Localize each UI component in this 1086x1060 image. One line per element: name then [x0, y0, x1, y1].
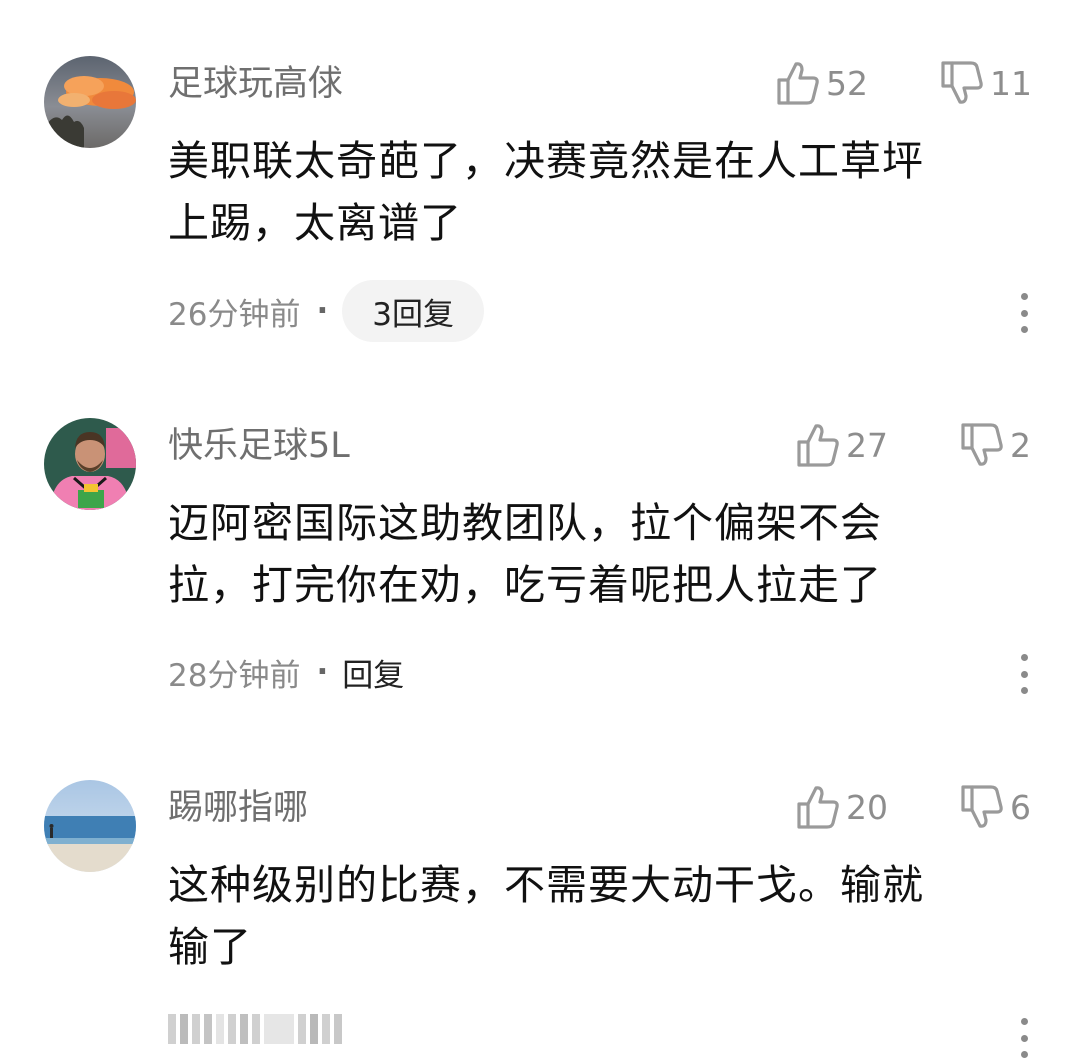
- comment-text-line: 上踢，太离谱了: [168, 199, 462, 247]
- meta-separator: ·: [316, 654, 329, 690]
- dislike-button[interactable]: 6: [960, 782, 1031, 832]
- comment-time: 26分钟前: [168, 296, 301, 333]
- thumbs-down-icon: [961, 785, 1003, 828]
- dislike-count: 11: [990, 63, 1032, 103]
- more-vertical-icon: [1020, 1018, 1028, 1025]
- dislike-button[interactable]: 2: [960, 420, 1031, 470]
- like-count: 27: [846, 425, 888, 465]
- soccer-player-pink-jersey-avatar-icon: [44, 418, 136, 510]
- more-vertical-icon: [1020, 293, 1028, 300]
- comment-text: 美职联太奇葩了，决赛竟然是在人工草坪 上踢，太离谱了: [168, 130, 1018, 254]
- comment-meta: 28分钟前 · 回复: [168, 641, 404, 703]
- dislike-button[interactable]: 11: [940, 58, 1032, 108]
- comment-time: 28分钟前: [168, 657, 301, 694]
- thumbs-up-icon: [777, 62, 819, 105]
- like-count: 52: [826, 63, 868, 103]
- like-button[interactable]: 52: [776, 58, 868, 108]
- username[interactable]: 快乐足球5L: [168, 424, 350, 468]
- thumbs-up-icon: [797, 786, 839, 829]
- dislike-count: 2: [1010, 425, 1031, 465]
- dislike-count: 6: [1010, 787, 1031, 827]
- comment-text-line: 这种级别的比赛，不需要大动干戈。输就: [168, 861, 924, 909]
- sunset-clouds-avatar-icon: [44, 56, 136, 148]
- meta-separator: ·: [316, 293, 329, 329]
- comment-text-line: 输了: [168, 923, 252, 971]
- thumbs-up-icon: [797, 424, 839, 467]
- comment-meta: 26分钟前 · 3回复: [168, 280, 484, 342]
- comment-text-line: 迈阿密国际这助教团队，拉个偏架不会: [168, 499, 882, 547]
- thumbs-down-icon: [961, 423, 1003, 466]
- user-avatar[interactable]: [44, 418, 136, 510]
- username[interactable]: 踢哪指哪: [168, 786, 308, 830]
- user-avatar[interactable]: [44, 780, 136, 872]
- user-avatar[interactable]: [44, 56, 136, 148]
- more-options-button[interactable]: [1017, 1018, 1031, 1058]
- comment-text: 迈阿密国际这助教团队，拉个偏架不会 拉，打完你在劝，吃亏着呢把人拉走了: [168, 492, 1018, 616]
- thumbs-down-icon: [941, 61, 983, 104]
- reply-button[interactable]: 回复: [342, 650, 404, 695]
- like-button[interactable]: 20: [796, 782, 888, 832]
- comment-text-line: 美职联太奇葩了，决赛竟然是在人工草坪: [168, 137, 924, 185]
- comment-text: 这种级别的比赛，不需要大动干戈。输就 输了: [168, 854, 1018, 978]
- beach-sea-avatar-icon: [44, 780, 136, 872]
- like-button[interactable]: 27: [796, 420, 888, 470]
- comment-text-line: 拉，打完你在劝，吃亏着呢把人拉走了: [168, 561, 882, 609]
- more-options-button[interactable]: [1017, 293, 1031, 333]
- more-options-button[interactable]: [1017, 654, 1031, 694]
- more-vertical-icon: [1020, 654, 1028, 661]
- cut-off-meta-row: [168, 1014, 342, 1044]
- username[interactable]: 足球玩高俅: [168, 62, 343, 106]
- reply-button[interactable]: 3回复: [342, 280, 484, 342]
- like-count: 20: [846, 787, 888, 827]
